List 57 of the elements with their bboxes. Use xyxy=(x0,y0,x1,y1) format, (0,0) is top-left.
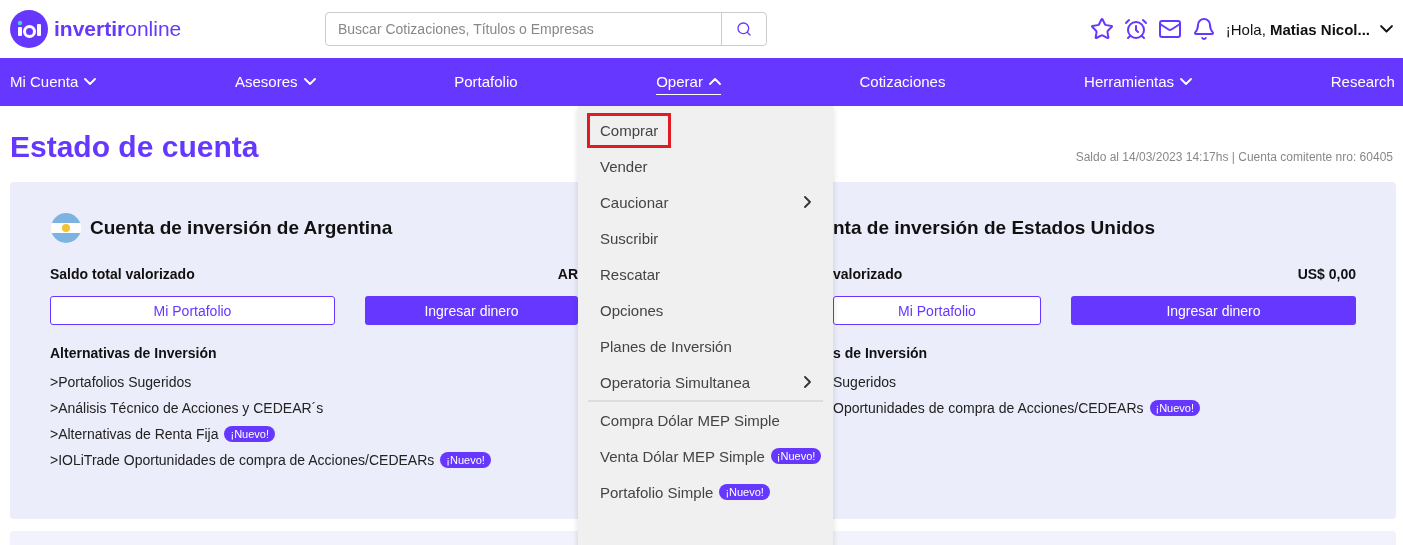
menu-item[interactable]: Operatoria Simultanea xyxy=(588,364,823,400)
account-title: Cuenta de inversión de Argentina xyxy=(90,217,393,239)
chevron-right-icon xyxy=(804,376,811,388)
logo-icon xyxy=(10,10,48,48)
investment-link[interactable]: Oportunidades de compra de Acciones/CEDEARs xyxy=(833,400,1144,416)
search-field[interactable]: Buscar Cotizaciones, Títulos o Empresas xyxy=(325,12,767,46)
menu-item[interactable]: Compra Dólar MEP Simple xyxy=(588,402,823,438)
balance-label: valorizado xyxy=(833,266,903,282)
user-greeting[interactable]: ¡Hola, Matias Nicol... xyxy=(1225,20,1370,38)
star-icon[interactable] xyxy=(1089,17,1114,41)
nav-item[interactable]: Herramientas xyxy=(1084,69,1193,95)
chevron-right-icon xyxy=(804,196,811,208)
new-badge: ¡Nuevo! xyxy=(770,448,822,464)
new-badge: ¡Nuevo! xyxy=(440,452,491,468)
nav-item[interactable]: Mi Cuenta xyxy=(10,69,97,95)
new-badge: ¡Nuevo! xyxy=(719,484,770,500)
investment-link[interactable]: Sugeridos xyxy=(833,374,897,390)
menu-item[interactable]: Vender xyxy=(588,148,823,184)
new-badge: ¡Nuevo! xyxy=(1149,400,1201,416)
alarm-clock-icon[interactable] xyxy=(1123,17,1148,41)
menu-item[interactable]: Comprar xyxy=(588,112,823,148)
logo-text: invertironline xyxy=(54,17,182,41)
menu-item[interactable]: Venta Dólar MEP Simple ¡Nuevo! xyxy=(588,438,823,474)
balance-value: US$ 0,00 xyxy=(1297,266,1356,282)
investment-link[interactable]: >IOLiTrade Oportunidades de compra de Acciones/CEDEARs xyxy=(50,452,435,468)
nav-item[interactable]: Research xyxy=(1330,69,1395,95)
investment-link[interactable]: >Portafolios Sugeridos xyxy=(50,374,192,390)
balance-value: AR xyxy=(557,266,578,282)
mail-icon[interactable] xyxy=(1157,17,1182,41)
nav-item[interactable]: Asesores xyxy=(235,69,316,95)
nav-item[interactable]: Operar xyxy=(656,69,721,95)
balance-label: Saldo total valorizado xyxy=(50,266,195,282)
search-icon xyxy=(736,21,752,37)
portfolio-button[interactable]: Mi Portafolio xyxy=(833,296,1041,325)
alternatives-heading: s de Inversión xyxy=(833,345,929,361)
menu-item[interactable]: Planes de Inversión xyxy=(588,328,823,364)
menu-item[interactable]: Rescatar xyxy=(588,256,823,292)
deposit-button[interactable]: Ingresar dinero xyxy=(1071,296,1356,325)
nav-item[interactable]: Cotizaciones xyxy=(859,69,946,95)
investment-link[interactable]: >Alternativas de Renta Fija xyxy=(50,426,219,442)
menu-item[interactable]: Portafolio Simple ¡Nuevo! xyxy=(588,474,823,510)
account-menu-button[interactable] xyxy=(1380,25,1393,33)
menu-item[interactable]: Suscribir xyxy=(588,220,823,256)
argentina-flag-icon xyxy=(50,212,82,244)
investment-link[interactable]: >Análisis Técnico de Acciones y CEDEAR´s xyxy=(50,400,324,416)
account-title: nta de inversión de Estados Unidos xyxy=(833,217,1155,239)
page-title: Estado de cuenta xyxy=(10,130,259,164)
chevron-down-icon xyxy=(1380,25,1393,33)
menu-item[interactable]: Caucionar xyxy=(588,184,823,220)
menu-item[interactable]: Opciones xyxy=(588,292,823,328)
nav-item[interactable]: Portafolio xyxy=(454,69,518,95)
portfolio-button[interactable]: Mi Portafolio xyxy=(50,296,335,325)
new-badge: ¡Nuevo! xyxy=(224,426,275,442)
account-info: Saldo al 14/03/2023 14:17hs | Cuenta comitente nro: 60405 xyxy=(1075,150,1393,164)
bell-icon[interactable] xyxy=(1191,17,1216,41)
deposit-button[interactable]: Ingresar dinero xyxy=(365,296,578,325)
alternatives-heading: Alternativas de Inversión xyxy=(50,345,218,361)
